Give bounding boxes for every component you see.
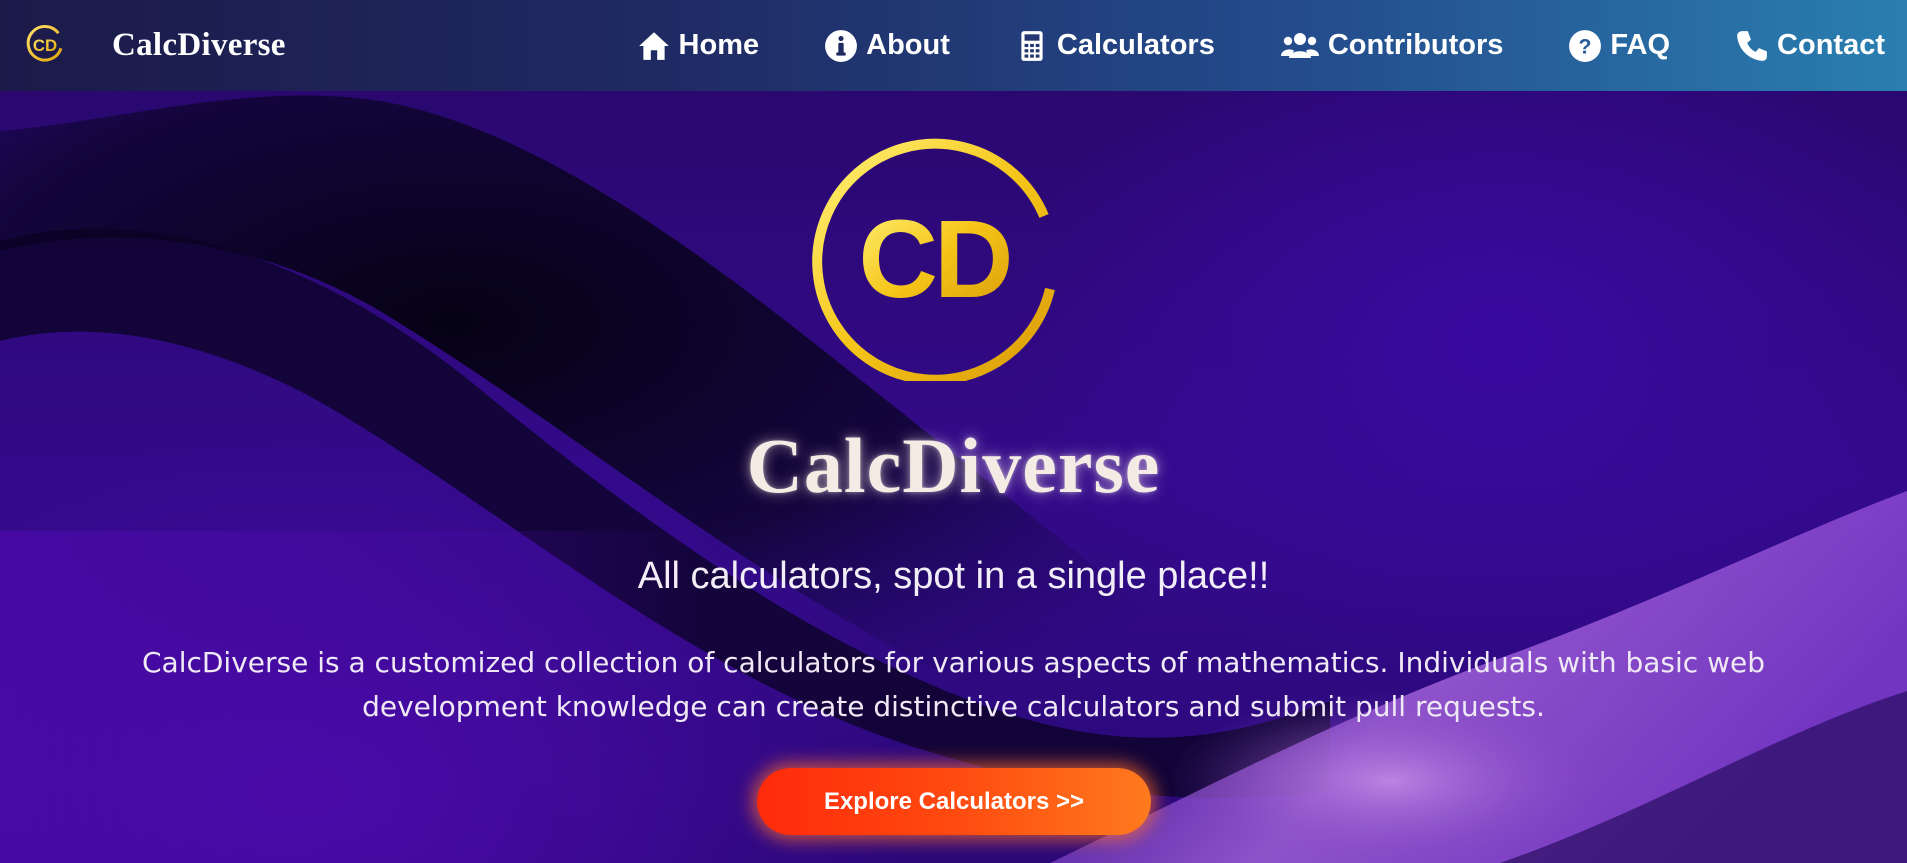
info-icon	[824, 29, 858, 63]
hero-logo-text: CD	[859, 198, 1010, 321]
nav-item-label: FAQ	[1610, 29, 1671, 61]
phone-icon	[1735, 29, 1769, 63]
nav-item-contact[interactable]: Contact	[1735, 29, 1885, 63]
users-icon	[1280, 29, 1320, 63]
svg-text:?: ?	[1579, 34, 1592, 58]
nav-item-label: Calculators	[1056, 29, 1215, 61]
brand-logo[interactable]: CD	[24, 24, 66, 66]
explore-calculators-button[interactable]: Explore Calculators >>	[757, 768, 1151, 835]
hero-title: CalcDiverse	[746, 422, 1161, 509]
nav-item-label: Contributors	[1327, 29, 1504, 61]
nav-item-label: About	[866, 29, 950, 61]
nav-item-calculators[interactable]: Calculators	[1015, 29, 1215, 63]
nav-item-about[interactable]: About	[824, 29, 950, 63]
hero-logo: CD	[812, 138, 1055, 381]
calculator-icon	[1015, 29, 1049, 63]
navbar: CD CalcDiverse Home About Calculators Co…	[0, 0, 1907, 91]
nav-item-label: Home	[678, 29, 760, 61]
brand-logo-text: CD	[33, 36, 57, 55]
hero-tagline: All calculators, spot in a single place!…	[637, 555, 1270, 597]
home-icon	[637, 29, 671, 63]
hero-section: CD CalcDiverse All calculators, spot in …	[0, 91, 1907, 863]
nav-item-label: Contact	[1777, 29, 1885, 61]
hero-description: CalcDiverse is a customized collection o…	[141, 646, 1765, 723]
main-nav: Home About Calculators Contributors ? FA…	[637, 0, 1885, 91]
question-icon: ?	[1568, 29, 1602, 63]
nav-item-faq[interactable]: ? FAQ	[1568, 29, 1670, 63]
nav-item-contributors[interactable]: Contributors	[1280, 29, 1504, 63]
brand-name[interactable]: CalcDiverse	[112, 27, 286, 64]
nav-item-home[interactable]: Home	[637, 29, 760, 63]
brand[interactable]: CD CalcDiverse	[24, 20, 286, 70]
